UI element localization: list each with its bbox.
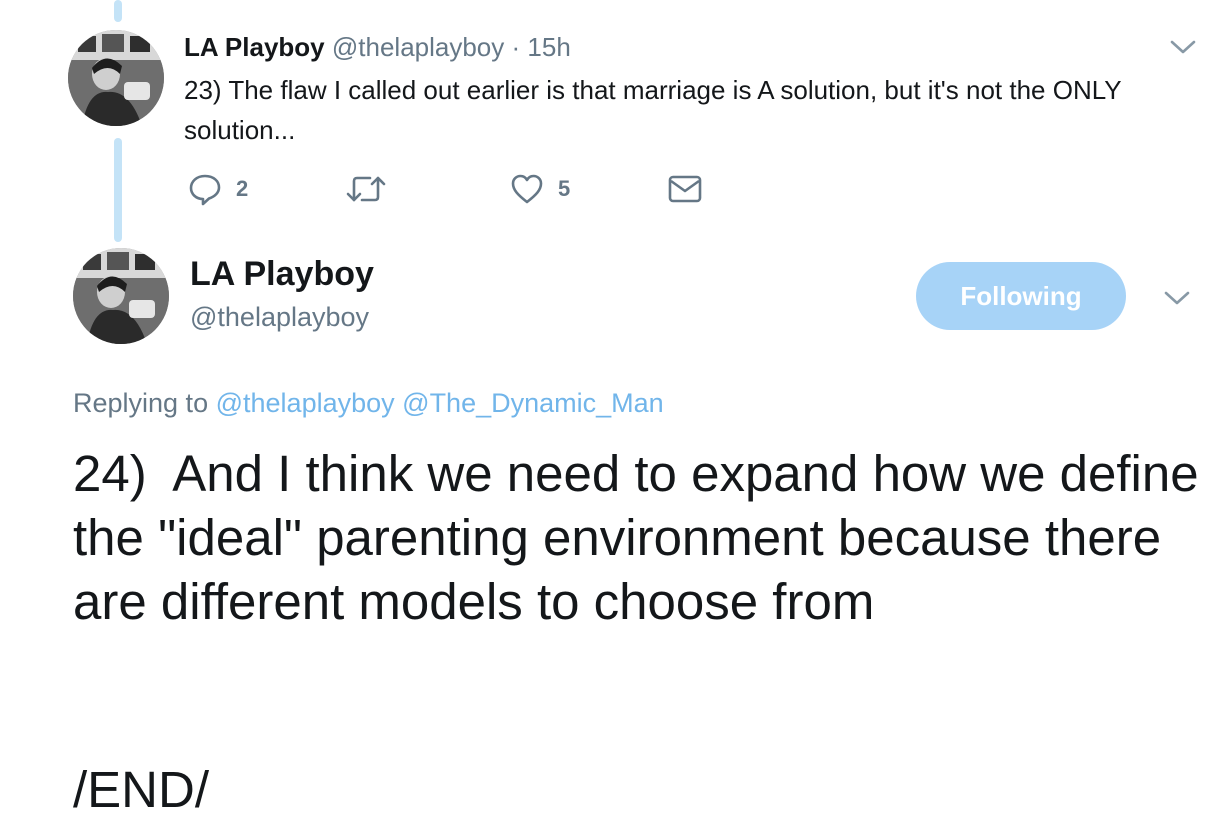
- avatar-image: [73, 248, 169, 344]
- tweet-text-end: /END/: [73, 761, 210, 818]
- header-separator: ·: [511, 32, 521, 62]
- tweet-header: LA Playboy @thelaplayboy · 15h: [184, 31, 571, 63]
- reply-icon: [189, 174, 221, 206]
- replying-to: Replying to @thelaplayboy @The_Dynamic_M…: [73, 386, 664, 420]
- mention-link[interactable]: @The_Dynamic_Man: [402, 388, 664, 418]
- reply-count: 2: [236, 176, 249, 201]
- tweet-timestamp[interactable]: 15h: [527, 32, 570, 62]
- avatar-image: [68, 30, 164, 126]
- tweet-thread-view: LA Playboy @thelaplayboy · 15h 23) The f…: [0, 0, 1222, 824]
- retweet-button[interactable]: [346, 172, 400, 206]
- chevron-down-icon[interactable]: [1169, 37, 1197, 57]
- author-handle[interactable]: @thelaplayboy: [190, 300, 369, 334]
- like-count: 5: [558, 176, 571, 201]
- avatar[interactable]: [68, 30, 164, 126]
- reply-button[interactable]: 2: [188, 172, 248, 206]
- author-name[interactable]: LA Playboy: [190, 254, 374, 294]
- envelope-icon: [668, 175, 702, 203]
- author-name[interactable]: LA Playboy: [184, 32, 325, 62]
- thread-connector-top: [114, 0, 122, 22]
- retweet-icon: [346, 176, 386, 202]
- direct-message-button[interactable]: [668, 174, 702, 204]
- avatar[interactable]: [73, 248, 169, 344]
- tweet-body: 24) And I think we need to expand how we…: [73, 445, 1213, 630]
- like-button[interactable]: 5: [510, 172, 570, 206]
- following-button[interactable]: Following: [916, 262, 1126, 330]
- tweet-text: 24) And I think we need to expand how we…: [73, 442, 1213, 634]
- chevron-down-icon[interactable]: [1163, 288, 1191, 308]
- tweet-text: 23) The flaw I called out earlier is tha…: [184, 75, 1122, 145]
- replying-label: Replying to: [73, 388, 209, 418]
- author-handle[interactable]: @thelaplayboy: [332, 32, 504, 62]
- heart-icon: [511, 174, 543, 204]
- mention-link[interactable]: @thelaplayboy: [216, 388, 395, 418]
- thread-connector: [114, 138, 122, 242]
